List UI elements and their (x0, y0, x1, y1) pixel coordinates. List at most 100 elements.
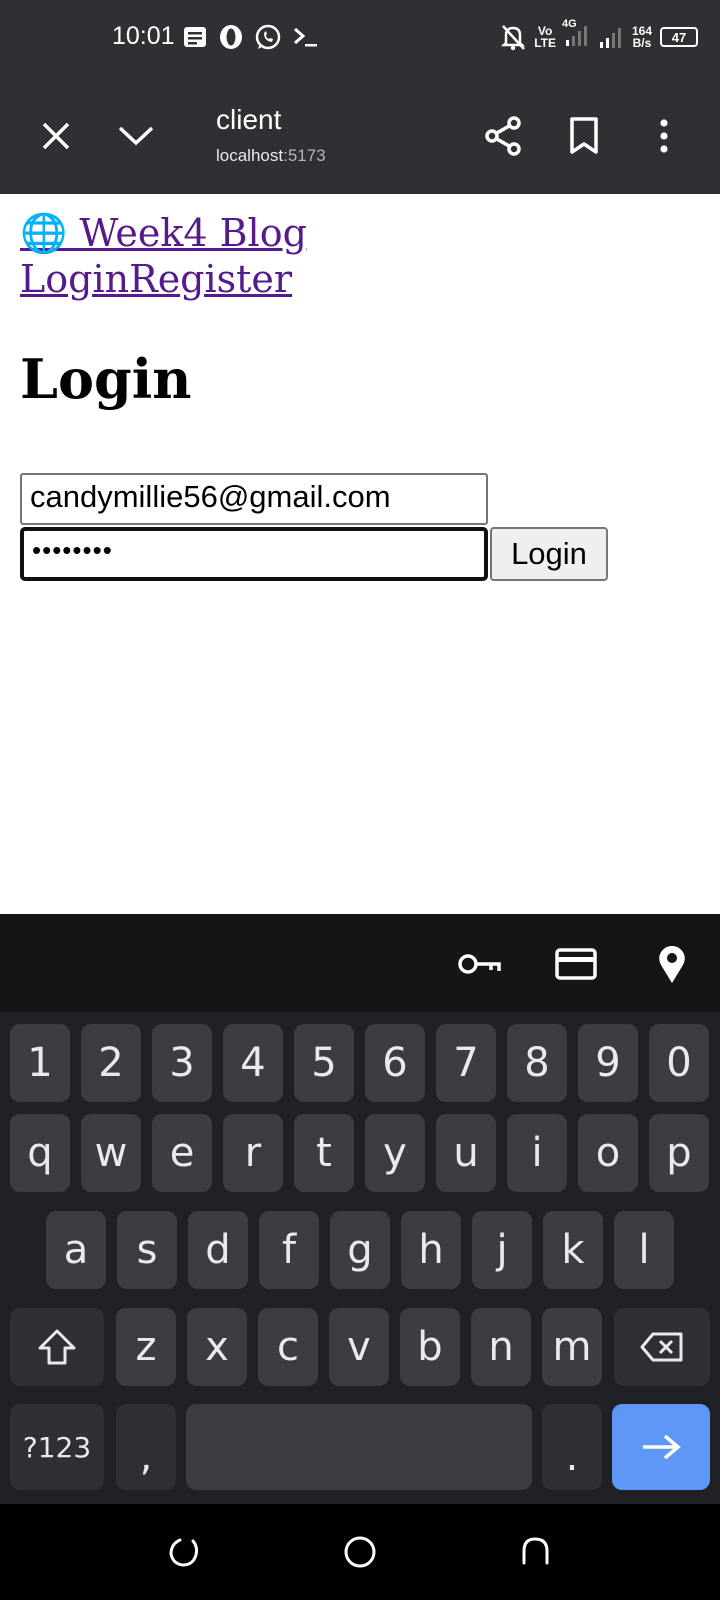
back-icon (522, 1537, 549, 1565)
status-bar: 10:01 Vo LTE 4G 164 B/s 47 (0, 0, 720, 80)
recents-button[interactable] (156, 1524, 212, 1580)
key-8[interactable]: 8 (507, 1024, 567, 1102)
key-p[interactable]: p (649, 1114, 709, 1192)
key-f[interactable]: f (259, 1211, 319, 1289)
system-status-icons: Vo LTE 4G 164 B/s 47 (500, 18, 698, 52)
share-icon (485, 116, 521, 156)
home-button[interactable] (332, 1524, 388, 1580)
key-n[interactable]: n (471, 1308, 531, 1386)
page-title: Login (20, 347, 192, 411)
back-button[interactable] (508, 1524, 564, 1580)
chevron-down-icon (118, 126, 154, 146)
bookmark-button[interactable] (556, 108, 612, 164)
shift-icon (38, 1329, 76, 1365)
opera-icon (220, 25, 242, 49)
key-j[interactable]: j (472, 1211, 532, 1289)
key-2[interactable]: 2 (81, 1024, 141, 1102)
nav-login-link[interactable]: Login (20, 257, 129, 301)
volte-indicator: Vo LTE (534, 24, 556, 50)
home-circle-icon (344, 1536, 376, 1568)
nav-links: LoginRegister (20, 256, 292, 302)
space-key[interactable] (186, 1404, 532, 1490)
addresses-button[interactable] (644, 936, 700, 992)
clock: 10:01 (112, 22, 175, 50)
key-l[interactable]: l (614, 1211, 674, 1289)
keyboard-toolbar (0, 914, 720, 1012)
backspace-icon (640, 1332, 683, 1362)
key-u[interactable]: u (436, 1114, 496, 1192)
key-g[interactable]: g (330, 1211, 390, 1289)
key-x[interactable]: x (187, 1308, 247, 1386)
system-nav-bar (0, 1504, 720, 1600)
tab-title: client (216, 104, 282, 135)
signal-icon-1: 4G (562, 18, 590, 52)
key-d[interactable]: d (188, 1211, 248, 1289)
key-4[interactable]: 4 (223, 1024, 283, 1102)
bell-off-icon (501, 25, 526, 51)
key-1[interactable]: 1 (10, 1024, 70, 1102)
key-c[interactable]: c (258, 1308, 318, 1386)
period-key-label: . (565, 1434, 579, 1480)
symbols-key[interactable]: ?123 (10, 1404, 104, 1490)
battery-indicator: 47 (660, 27, 698, 47)
key-e[interactable]: e (152, 1114, 212, 1192)
payment-methods-button[interactable] (548, 936, 604, 992)
whatsapp-icon (255, 24, 281, 50)
web-page: 🌐 Week4 Blog LoginRegister Login candymi… (0, 194, 720, 914)
go-key[interactable] (612, 1404, 710, 1490)
key-h[interactable]: h (401, 1211, 461, 1289)
close-icon (42, 122, 70, 150)
key-s[interactable]: s (117, 1211, 177, 1289)
passwords-button[interactable] (452, 936, 508, 992)
key-3[interactable]: 3 (152, 1024, 212, 1102)
key-m[interactable]: m (542, 1308, 602, 1386)
key-5[interactable]: 5 (294, 1024, 354, 1102)
signal-icon-2 (599, 28, 621, 48)
key-9[interactable]: 9 (578, 1024, 638, 1102)
key-icon (458, 954, 501, 974)
location-pin-icon (659, 946, 685, 983)
more-options-button[interactable] (636, 108, 692, 164)
comma-key-label: , (139, 1434, 153, 1480)
key-w[interactable]: w (81, 1114, 141, 1192)
shift-key[interactable] (10, 1308, 104, 1386)
key-t[interactable]: t (294, 1114, 354, 1192)
key-r[interactable]: r (223, 1114, 283, 1192)
key-b[interactable]: b (400, 1308, 460, 1386)
key-q[interactable]: q (10, 1114, 70, 1192)
key-7[interactable]: 7 (436, 1024, 496, 1102)
key-o[interactable]: o (578, 1114, 638, 1192)
bookmark-icon (570, 117, 598, 154)
key-y[interactable]: y (365, 1114, 425, 1192)
site-home-link[interactable]: 🌐 Week4 Blog (20, 210, 307, 256)
key-i[interactable]: i (507, 1114, 567, 1192)
terminal-icon (294, 27, 317, 47)
minimize-tab-button[interactable] (108, 108, 164, 164)
backspace-key[interactable] (614, 1308, 710, 1386)
comma-key[interactable]: , (116, 1404, 176, 1490)
tab-url: localhost:5173 (216, 146, 326, 165)
key-k[interactable]: k (543, 1211, 603, 1289)
close-tab-button[interactable] (28, 108, 84, 164)
key-0[interactable]: 0 (649, 1024, 709, 1102)
message-icon (184, 27, 206, 47)
network-speed: 164 B/s (631, 24, 652, 50)
arrow-right-icon (643, 1434, 681, 1460)
login-button[interactable]: Login (490, 527, 608, 581)
soft-keyboard: 1234567890 qwertyuiop asdfghjkl zxcvbnm … (0, 1012, 720, 1504)
nav-register-link[interactable]: Register (129, 257, 292, 301)
key-z[interactable]: z (116, 1308, 176, 1386)
more-vert-icon (660, 119, 668, 153)
credit-card-icon (555, 948, 597, 980)
symbols-key-label: ?123 (22, 1430, 92, 1464)
password-field[interactable]: •••••••• (20, 527, 488, 581)
custom-tab-toolbar: client localhost:5173 (0, 80, 720, 194)
key-v[interactable]: v (329, 1308, 389, 1386)
share-button[interactable] (476, 108, 532, 164)
network-gen-label: 4G (561, 18, 577, 30)
key-a[interactable]: a (46, 1211, 106, 1289)
email-field[interactable]: candymillie56@gmail.com (20, 473, 488, 525)
period-key[interactable]: . (542, 1404, 602, 1490)
recents-icon (169, 1538, 199, 1567)
key-6[interactable]: 6 (365, 1024, 425, 1102)
